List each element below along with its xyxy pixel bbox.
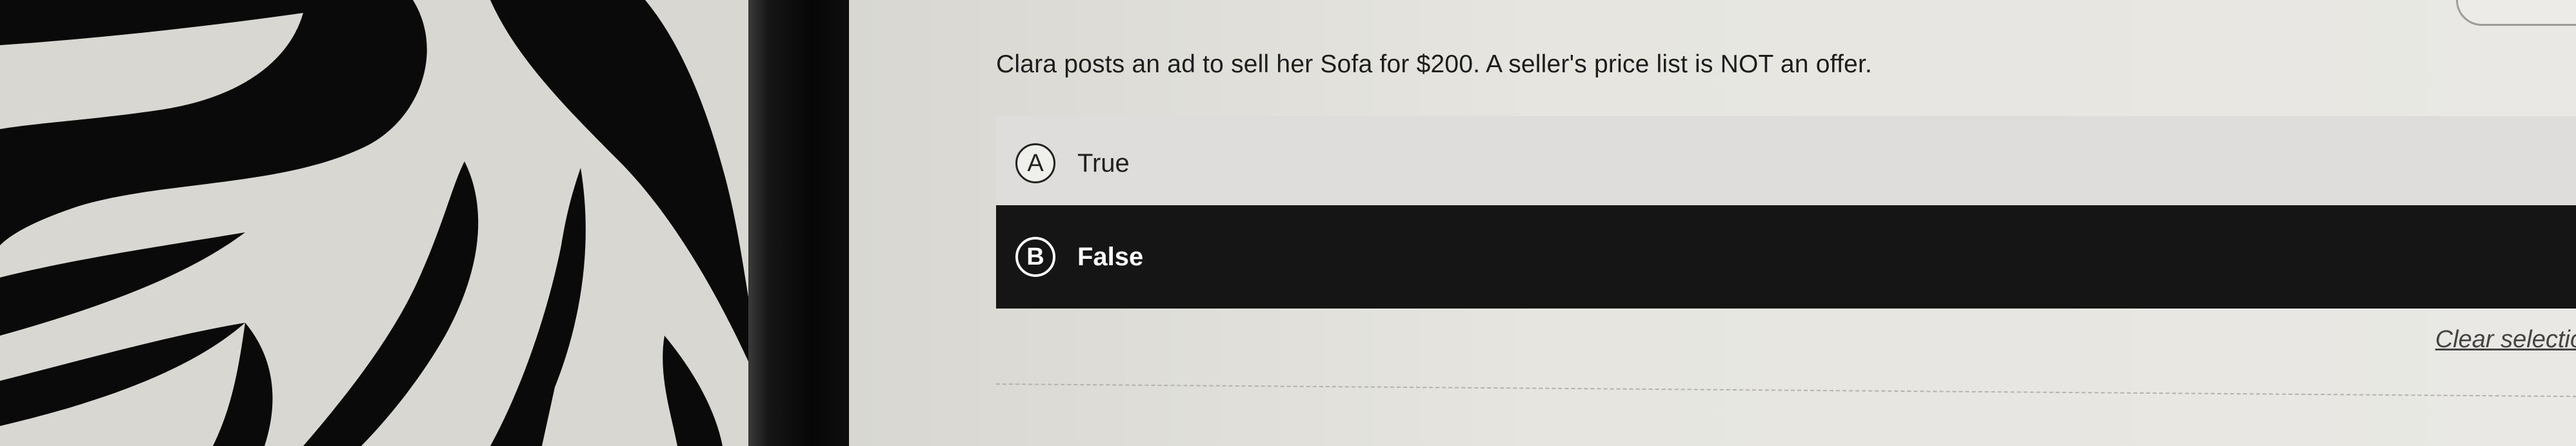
quiz-screen: Clara posts an ad to sell her Sofa for $…	[849, 0, 2576, 446]
monitor-bezel	[748, 0, 852, 446]
question-text: Clara posts an ad to sell her Sofa for $…	[996, 50, 1872, 78]
option-label: False	[1077, 242, 1144, 271]
answer-option-a[interactable]: A True	[996, 116, 2576, 210]
option-letter-badge: A	[1015, 143, 1055, 183]
zebra-fabric-background	[0, 0, 761, 446]
dashed-divider	[995, 383, 2576, 398]
option-label: True	[1077, 148, 1130, 177]
clear-selection-link[interactable]: Clear selectio	[2435, 326, 2576, 354]
option-letter-badge: B	[1015, 237, 1055, 277]
answer-option-b[interactable]: B False	[996, 205, 2576, 309]
timer-badge	[2456, 0, 2576, 26]
